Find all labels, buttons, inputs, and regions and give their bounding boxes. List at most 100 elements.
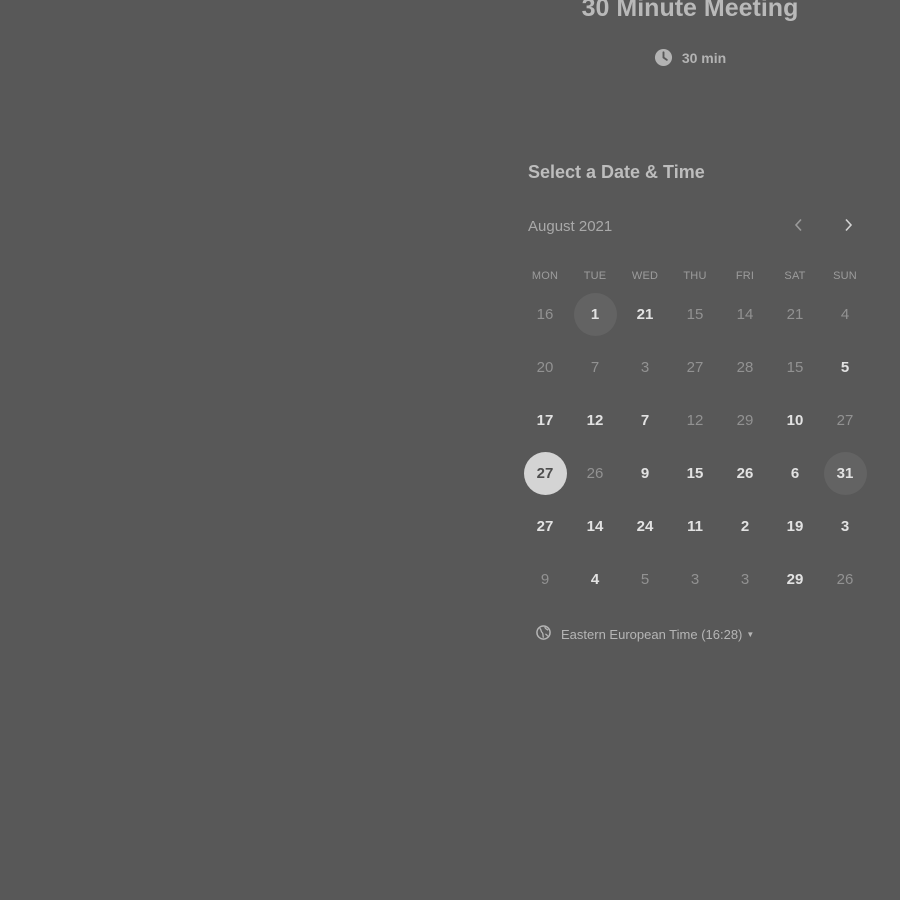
calendar-day-number: 27 xyxy=(536,518,554,535)
calendar-day-number: 5 xyxy=(840,359,850,376)
month-label: August 2021 xyxy=(528,218,613,235)
weekday-label: TUE xyxy=(583,270,607,282)
calendar-day-unavailable: 3 xyxy=(670,553,720,606)
calendar-day-number: 17 xyxy=(536,412,554,429)
calendar-day-unavailable: 15 xyxy=(670,288,720,341)
calendar-day-available[interactable]: 17 xyxy=(520,394,570,447)
calendar-day-unavailable: 4 xyxy=(820,288,870,341)
calendar-day-number: 27 xyxy=(686,359,704,376)
weekday-label: SUN xyxy=(833,270,857,282)
timezone-selector[interactable]: Eastern European Time (16:28) ▼ xyxy=(536,625,754,643)
calendar-day-number: 27 xyxy=(836,412,854,429)
calendar-day-number: 29 xyxy=(786,571,804,588)
calendar-day-unavailable: 5 xyxy=(620,553,670,606)
calendar-day-number: 19 xyxy=(786,518,804,535)
calendar-day-available[interactable]: 24 xyxy=(620,500,670,553)
calendar-day-number: 7 xyxy=(590,359,600,376)
calendar-day-unavailable: 28 xyxy=(720,341,770,394)
calendar-day-number: 15 xyxy=(786,359,804,376)
booking-panel: 30 Minute Meeting 30 min Select a Date &… xyxy=(500,0,880,680)
calendar-day-number: 26 xyxy=(586,465,604,482)
calendar-day-unavailable: 14 xyxy=(720,288,770,341)
calendar-day-number: 24 xyxy=(636,518,654,535)
chevron-right-icon xyxy=(842,218,854,237)
calendar-day-available[interactable]: 19 xyxy=(770,500,820,553)
select-date-time-heading: Select a Date & Time xyxy=(528,162,705,182)
calendar-day-available[interactable]: 9 xyxy=(620,447,670,500)
calendar-day-unavailable: 26 xyxy=(570,447,620,500)
page: 30 Minute Meeting 30 min Select a Date &… xyxy=(0,0,900,900)
timezone-label: Eastern European Time (16:28) xyxy=(561,626,743,642)
calendar-day-available[interactable]: 6 xyxy=(770,447,820,500)
calendar-day-unavailable: 9 xyxy=(520,553,570,606)
weekday-header: MON TUE WED THU FRI SAT SUN xyxy=(520,270,870,282)
weekday-label: FRI xyxy=(735,270,755,282)
calendar-day-number: 7 xyxy=(640,412,650,429)
duration-label: 30 min xyxy=(681,49,727,66)
calendar-day-unavailable: 27 xyxy=(820,394,870,447)
calendar-day-number: 2 xyxy=(740,518,750,535)
calendar-day-number: 21 xyxy=(636,306,654,323)
calendar-day-number: 3 xyxy=(640,359,650,376)
calendar-day-available[interactable]: 3 xyxy=(820,500,870,553)
calendar-day-unavailable: 16 xyxy=(520,288,570,341)
calendar-day-number: 28 xyxy=(736,359,754,376)
calendar-day-number: 1 xyxy=(573,293,617,336)
calendar-day-unavailable: 3 xyxy=(720,553,770,606)
calendar-day-available[interactable]: 15 xyxy=(670,447,720,500)
calendar-day-number: 26 xyxy=(836,571,854,588)
calendar-day-number: 26 xyxy=(736,465,754,482)
event-duration: 30 min xyxy=(500,48,880,67)
calendar-day-unavailable: 21 xyxy=(770,288,820,341)
calendar-day-available[interactable]: 12 xyxy=(570,394,620,447)
next-month-button[interactable] xyxy=(833,212,863,242)
calendar-day-available[interactable]: 1 xyxy=(570,288,620,341)
calendar-day-number: 15 xyxy=(686,306,704,323)
calendar-day-number: 14 xyxy=(586,518,604,535)
calendar-day-number: 29 xyxy=(736,412,754,429)
calendar-day-available[interactable]: 2 xyxy=(720,500,770,553)
calendar-day-number: 21 xyxy=(786,306,804,323)
calendar-day-number: 5 xyxy=(640,571,650,588)
calendar-day-unavailable: 15 xyxy=(770,341,820,394)
calendar-day-available[interactable]: 27 xyxy=(520,500,570,553)
calendar-day-available[interactable]: 31 xyxy=(820,447,870,500)
weekday-label: MON xyxy=(531,270,559,282)
calendar-day-available[interactable]: 21 xyxy=(620,288,670,341)
calendar-grid: 16 1 21 15 14 21 4 20 7 3 27 28 15 5 17 12 7 12 29 10 27 27 26… xyxy=(520,288,870,606)
caret-down-icon: ▼ xyxy=(746,629,755,639)
calendar-day-number: 9 xyxy=(540,571,550,588)
calendar-day-number: 3 xyxy=(690,571,700,588)
calendar-day-number: 31 xyxy=(823,452,867,495)
calendar-day-selected[interactable]: 27 xyxy=(520,447,570,500)
calendar-day-unavailable: 12 xyxy=(670,394,720,447)
previous-month-button[interactable] xyxy=(784,212,814,242)
calendar-day-number: 4 xyxy=(840,306,850,323)
event-title: 30 Minute Meeting xyxy=(581,0,799,22)
weekday-label: WED xyxy=(631,270,659,282)
calendar-day-available[interactable]: 26 xyxy=(720,447,770,500)
calendar-day-available[interactable]: 7 xyxy=(620,394,670,447)
calendar-day-available[interactable]: 10 xyxy=(770,394,820,447)
calendar-day-number: 12 xyxy=(586,412,604,429)
calendar-day-available[interactable]: 11 xyxy=(670,500,720,553)
calendar-day-available[interactable]: 14 xyxy=(570,500,620,553)
calendar-day-unavailable: 29 xyxy=(720,394,770,447)
calendar-day-number: 14 xyxy=(736,306,754,323)
weekday-label: SAT xyxy=(784,270,806,282)
calendar-day-number: 3 xyxy=(740,571,750,588)
calendar-day-available[interactable]: 4 xyxy=(570,553,620,606)
calendar-day-number: 9 xyxy=(640,465,650,482)
calendar-day-number: 15 xyxy=(686,465,704,482)
calendar-day-number: 20 xyxy=(536,359,554,376)
calendar-day-unavailable: 7 xyxy=(570,341,620,394)
calendar-day-number: 11 xyxy=(687,518,703,535)
calendar-day-available[interactable]: 5 xyxy=(820,341,870,394)
calendar-day-number: 6 xyxy=(790,465,800,482)
calendar-day-number: 16 xyxy=(536,306,554,323)
calendar-day-number: 10 xyxy=(786,412,804,429)
calendar-day-number: 4 xyxy=(590,571,600,588)
calendar-day-available[interactable]: 29 xyxy=(770,553,820,606)
calendar-day-unavailable: 27 xyxy=(670,341,720,394)
weekday-label: THU xyxy=(683,270,707,282)
